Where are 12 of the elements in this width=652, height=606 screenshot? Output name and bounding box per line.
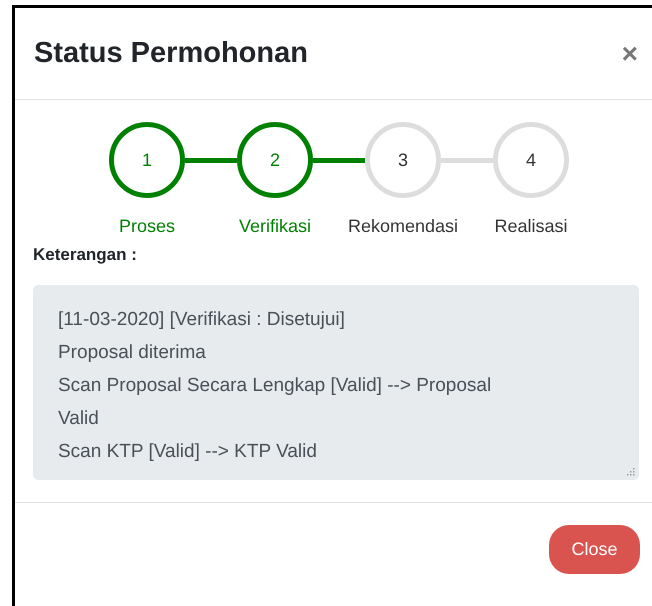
step-label: Realisasi — [494, 216, 568, 237]
step-circle: 2 — [237, 122, 313, 198]
notes-label: Keterangan : — [33, 245, 138, 265]
step-label: Verifikasi — [238, 216, 312, 237]
notes-field: [11-03-2020] [Verifikasi : Disetujui] Proposal diterima Scan Proposal Secara Lengkap [Valid] --> Proposal Valid Scan KTP [Valid] --> KTP Valid — [33, 285, 639, 480]
step-label: Proses — [118, 216, 176, 237]
step-circle: 1 — [109, 122, 185, 198]
close-button[interactable]: Close — [549, 525, 640, 574]
dialog-title: Status Permohonan — [34, 37, 308, 70]
step-circle: 3 — [365, 122, 441, 198]
step-circle: 4 — [493, 122, 569, 198]
step-label: Rekomendasi — [348, 216, 458, 237]
